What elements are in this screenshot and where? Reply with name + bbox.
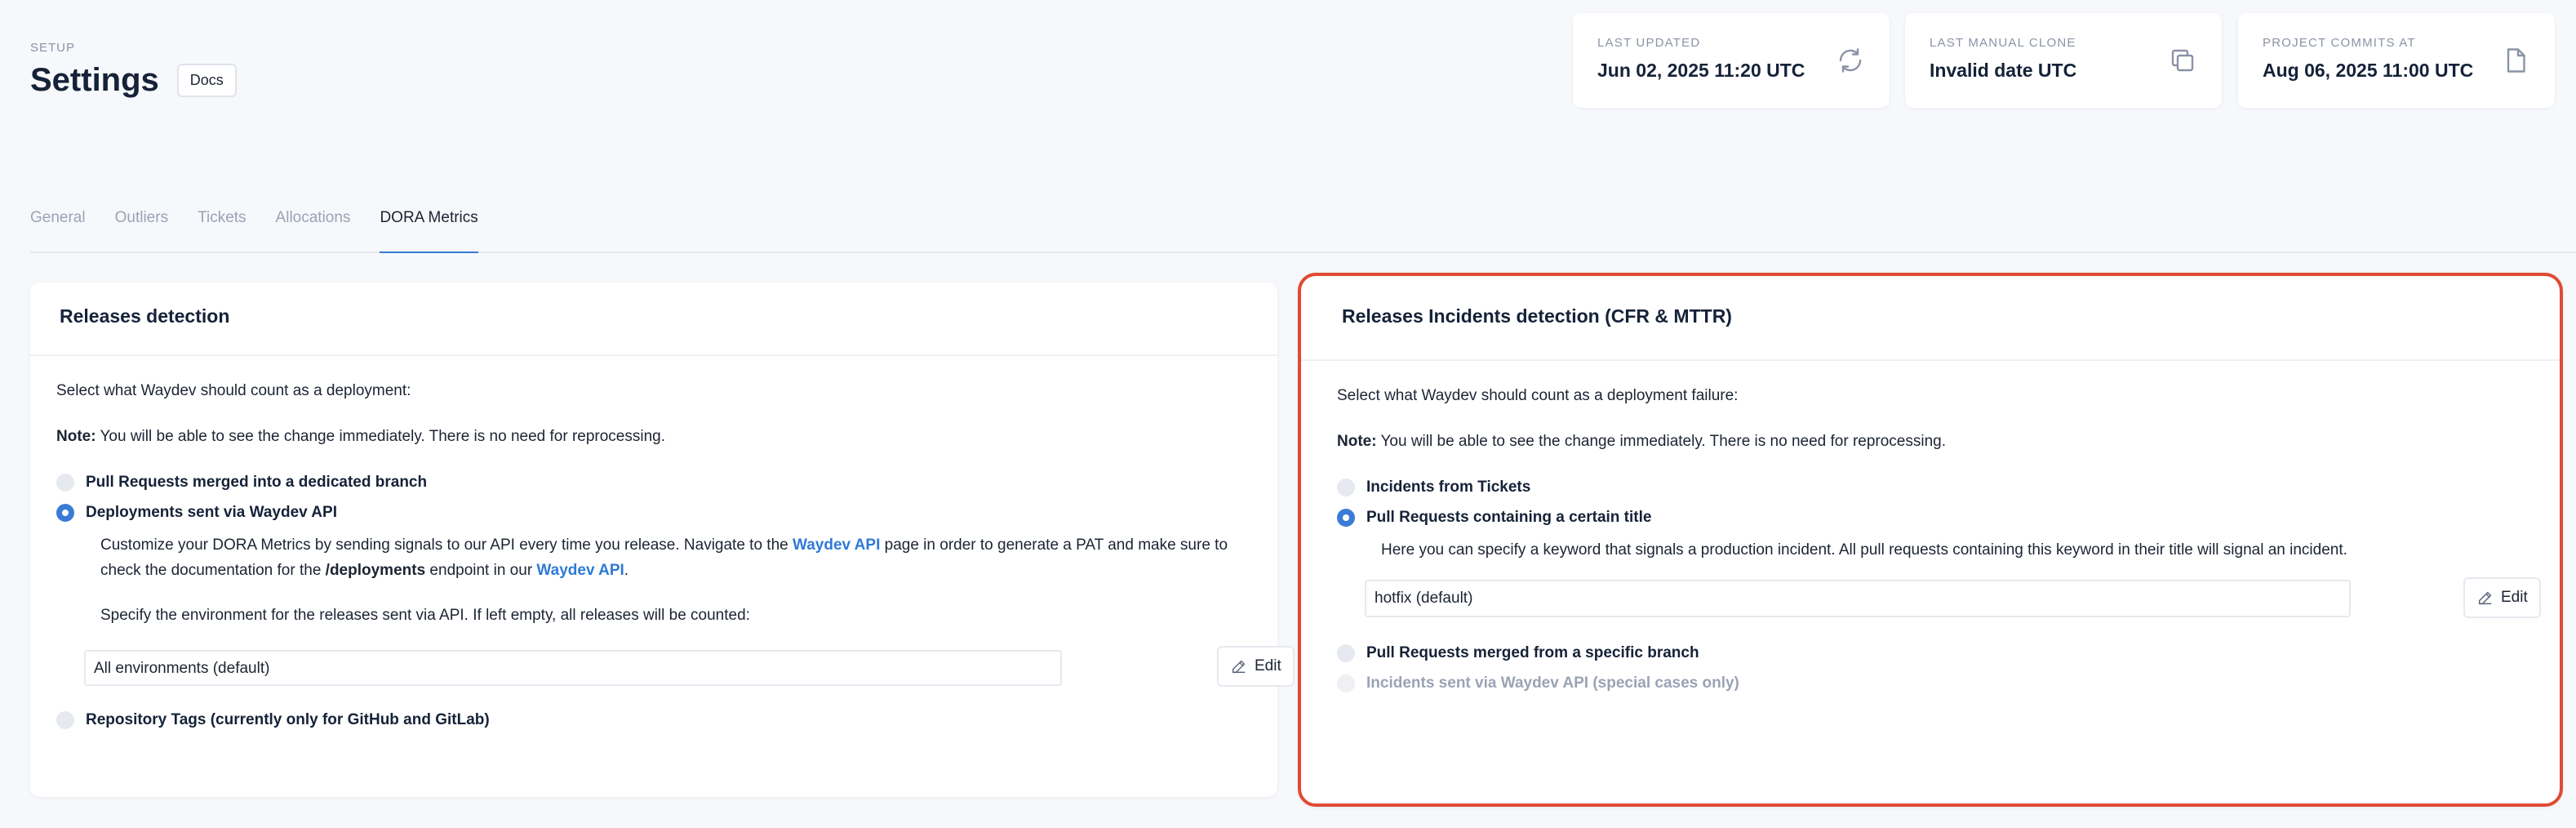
refresh-icon[interactable]	[1836, 46, 1865, 75]
radio-button-disabled	[1337, 674, 1355, 692]
incidents-detection-panel: Releases Incidents detection (CFR & MTTR…	[1298, 273, 2563, 807]
edit-keyword-button[interactable]: Edit	[2463, 577, 2541, 618]
tab-general[interactable]: General	[30, 196, 86, 253]
note-text: You will be able to see the change immed…	[95, 428, 666, 445]
radio-button[interactable]	[1337, 478, 1355, 496]
option-label: Pull Requests merged from a specific bra…	[1366, 643, 1699, 661]
page-title: Settings	[30, 62, 159, 98]
tab-dora-metrics[interactable]: DORA Metrics	[380, 196, 478, 253]
keyword-description: Here you can specify a keyword that sign…	[1381, 541, 2347, 559]
pencil-icon	[2478, 591, 2492, 605]
failure-prompt: Select what Waydev should count as a dep…	[1337, 387, 1739, 404]
radio-button[interactable]	[56, 473, 74, 492]
breadcrumb-setup: SETUP	[30, 41, 76, 55]
stat-card-last-updated: LAST UPDATED Jun 02, 2025 11:20 UTC	[1573, 13, 1890, 108]
panel-title: Releases detection	[30, 283, 1277, 356]
releases-detection-panel: Releases detection Select what Waydev sh…	[30, 283, 1295, 797]
option-incidents-api: Incidents sent via Waydev API (special c…	[1337, 668, 2524, 698]
option-repository-tags[interactable]: Repository Tags (currently only for GitH…	[56, 705, 1251, 735]
pencil-icon	[1232, 660, 1246, 674]
stat-value: Jun 02, 2025 11:20 UTC	[1597, 60, 1805, 81]
note-text: You will be able to see the change immed…	[1376, 433, 1947, 450]
option-pr-specific-branch[interactable]: Pull Requests merged from a specific bra…	[1337, 638, 2524, 668]
keyword-field[interactable]: hotfix (default)	[1365, 580, 2351, 617]
waydev-api-link[interactable]: Waydev API	[793, 536, 880, 554]
copy-icon[interactable]	[2168, 46, 2197, 75]
option-label: Incidents sent via Waydev API (special c…	[1366, 674, 1739, 692]
desc-text: Customize your DORA Metrics by sending s…	[100, 536, 793, 554]
docs-button[interactable]: Docs	[176, 64, 237, 97]
file-icon	[2501, 46, 2530, 75]
option-label: Pull Requests merged into a dedicated br…	[86, 473, 428, 491]
radio-button[interactable]	[56, 710, 74, 729]
radio-button-selected[interactable]	[1337, 508, 1355, 527]
deployment-prompt: Select what Waydev should count as a dep…	[56, 382, 411, 399]
option-incidents-tickets[interactable]: Incidents from Tickets	[1337, 472, 2524, 502]
note-label: Note:	[56, 428, 96, 445]
desc-text: endpoint in our	[425, 562, 537, 579]
reprocessing-note: Note: You will be able to see the change…	[1337, 433, 2524, 451]
edit-label: Edit	[1255, 657, 1281, 674]
option-pr-dedicated-branch[interactable]: Pull Requests merged into a dedicated br…	[56, 467, 1251, 497]
stat-label: LAST UPDATED	[1597, 36, 1701, 50]
tab-outliers[interactable]: Outliers	[115, 196, 168, 253]
desc-text: .	[624, 562, 629, 579]
option-deployments-api[interactable]: Deployments sent via Waydev API	[56, 497, 1251, 528]
api-description: Customize your DORA Metrics by sending s…	[56, 532, 1251, 583]
radio-button[interactable]	[1337, 643, 1355, 662]
stat-label: PROJECT COMMITS AT	[2263, 36, 2416, 50]
edit-label: Edit	[2501, 589, 2528, 606]
endpoint-name: /deployments	[325, 562, 426, 579]
tab-tickets[interactable]: Tickets	[198, 196, 246, 253]
waydev-api-link[interactable]: Waydev API	[536, 562, 624, 579]
option-label: Incidents from Tickets	[1366, 478, 1531, 496]
radio-button-selected[interactable]	[56, 503, 74, 522]
edit-environment-button[interactable]: Edit	[1217, 646, 1295, 687]
panel-title: Releases Incidents detection (CFR & MTTR…	[1301, 276, 2560, 361]
option-label: Pull Requests containing a certain title	[1366, 508, 1652, 526]
stat-value: Invalid date UTC	[1930, 60, 2077, 81]
note-label: Note:	[1337, 433, 1377, 450]
tab-allocations[interactable]: Allocations	[276, 196, 351, 253]
environment-field[interactable]: All environments (default)	[84, 650, 1062, 686]
stat-card-project-commits: PROJECT COMMITS AT Aug 06, 2025 11:00 UT…	[2238, 13, 2555, 108]
stat-card-last-manual-clone: LAST MANUAL CLONE Invalid date UTC	[1905, 13, 2222, 108]
option-pr-title[interactable]: Pull Requests containing a certain title	[1337, 502, 2524, 532]
option-label: Repository Tags (currently only for GitH…	[86, 710, 490, 728]
stat-value: Aug 06, 2025 11:00 UTC	[2263, 60, 2474, 81]
reprocessing-note: Note: You will be able to see the change…	[56, 428, 1251, 446]
settings-tabs: General Outliers Tickets Allocations DOR…	[30, 196, 2576, 253]
option-label: Deployments sent via Waydev API	[86, 503, 337, 521]
stat-label: LAST MANUAL CLONE	[1930, 36, 2076, 50]
environment-prompt: Specify the environment for the releases…	[100, 607, 750, 624]
